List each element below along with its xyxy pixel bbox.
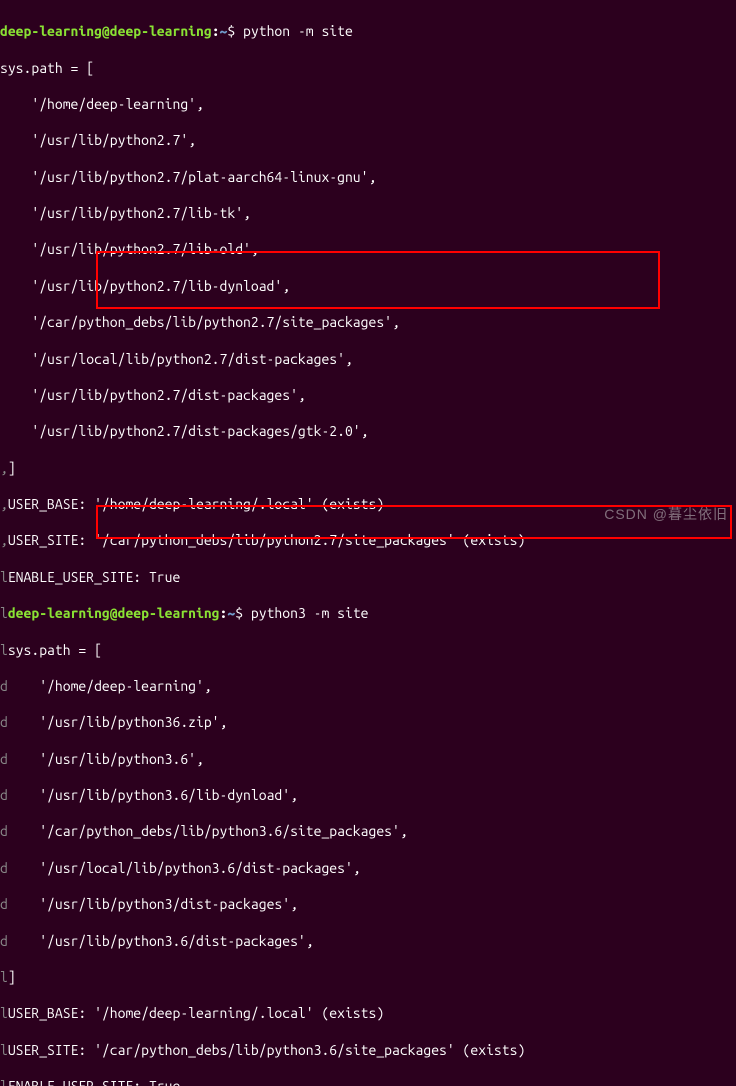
edge-char: l — [0, 569, 8, 585]
output-line: '/usr/lib/python2.7/dist-packages/gtk-2.… — [0, 422, 736, 440]
user-site-1: USER_SITE: '/car/python_debs/lib/python2… — [8, 532, 525, 548]
output-line: '/usr/local/lib/python2.7/dist-packages'… — [0, 350, 736, 368]
output-line: '/usr/lib/python3.6/lib-dynload', — [8, 787, 298, 803]
watermark: CSDN @暮尘依旧 — [604, 505, 728, 523]
prompt-line-1: deep-learning@deep-learning:~$ python -m… — [0, 22, 736, 40]
edge-char: d — [0, 751, 8, 767]
enable-user-site-1: ENABLE_USER_SITE: True — [8, 569, 180, 585]
output-line: '/home/deep-learning', — [0, 95, 736, 113]
user-base-2: USER_BASE: '/home/deep-learning/.local' … — [8, 1005, 384, 1021]
output-line: '/usr/lib/python2.7/lib-dynload', — [0, 277, 736, 295]
output-line: ] — [8, 460, 16, 476]
output-line: ] — [8, 969, 16, 985]
output-line: '/usr/lib/python3/dist-packages', — [8, 896, 298, 912]
output-line: '/usr/lib/python2.7', — [0, 131, 736, 149]
edge-char: l — [0, 1042, 8, 1058]
output-line: '/usr/lib/python2.7/plat-aarch64-linux-g… — [0, 168, 736, 186]
edge-char: d — [0, 787, 8, 803]
user-base-1: USER_BASE: '/home/deep-learning/.local' … — [8, 496, 384, 512]
edge-char: , — [0, 496, 8, 512]
prompt-sep: : — [220, 605, 228, 621]
output-line: '/car/python_debs/lib/python2.7/site_pac… — [0, 313, 736, 331]
output-line: '/usr/lib/python2.7/lib-tk', — [0, 204, 736, 222]
edge-char: l — [0, 969, 8, 985]
edge-char: l — [0, 605, 8, 621]
edge-char: , — [0, 460, 8, 476]
prompt-sep: : — [212, 23, 220, 39]
edge-char: , — [0, 532, 8, 548]
output-line: sys.path = [ — [0, 59, 736, 77]
prompt-path: ~ — [227, 605, 235, 621]
edge-char: d — [0, 860, 8, 876]
terminal[interactable]: deep-learning@deep-learning:~$ python -m… — [0, 0, 736, 1086]
command-2: python3 -m site — [243, 605, 368, 621]
edge-char: l — [0, 1005, 8, 1021]
output-line: '/usr/lib/python2.7/dist-packages', — [0, 386, 736, 404]
enable-user-site-2: ENABLE_USER_SITE: True — [8, 1078, 180, 1086]
output-line: '/usr/lib/python36.zip', — [8, 714, 228, 730]
user-site-2: USER_SITE: '/car/python_debs/lib/python3… — [8, 1042, 525, 1058]
output-line: '/usr/lib/python3.6', — [8, 751, 204, 767]
prompt-dollar: $ — [235, 605, 243, 621]
prompt-user: deep-learning@deep-learning — [0, 23, 212, 39]
edge-char: d — [0, 896, 8, 912]
edge-char: d — [0, 678, 8, 694]
output-line: '/usr/local/lib/python3.6/dist-packages'… — [8, 860, 361, 876]
edge-char: l — [0, 1078, 8, 1086]
output-line: sys.path = [ — [8, 642, 102, 658]
output-line: '/usr/lib/python2.7/lib-old', — [0, 240, 736, 258]
edge-char: d — [0, 714, 8, 730]
prompt-line-2: ldeep-learning@deep-learning:~$ python3 … — [0, 604, 736, 622]
prompt-user: deep-learning@deep-learning — [8, 605, 220, 621]
output-line: '/car/python_debs/lib/python3.6/site_pac… — [8, 823, 408, 839]
command-1: python -m site — [235, 23, 353, 39]
output-line: '/usr/lib/python3.6/dist-packages', — [8, 933, 314, 949]
output-line: '/home/deep-learning', — [8, 678, 212, 694]
edge-char: d — [0, 823, 8, 839]
edge-char: d — [0, 933, 8, 949]
edge-char: l — [0, 642, 8, 658]
